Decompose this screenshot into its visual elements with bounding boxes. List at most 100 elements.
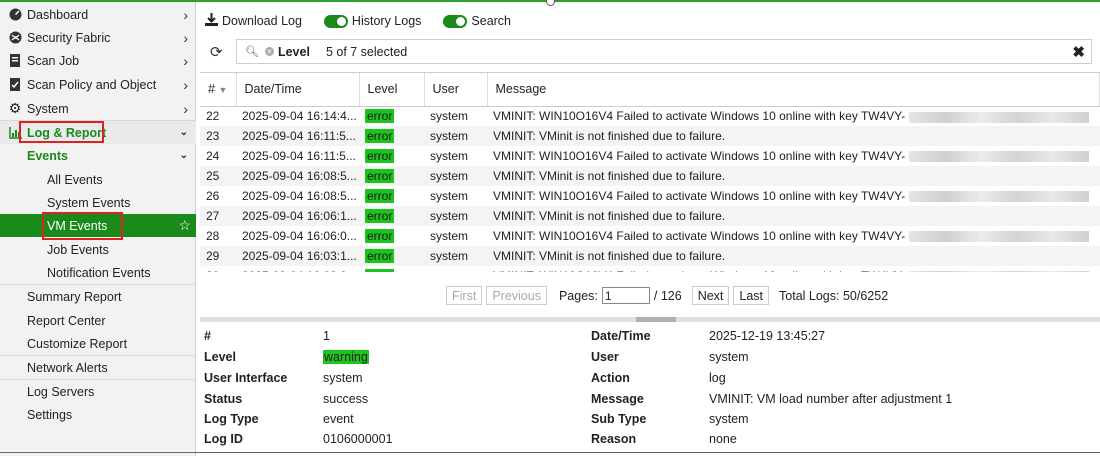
cell-number: 29	[200, 246, 236, 266]
table-row[interactable]: 29 2025-09-04 16:03:1... error system VMINIT…	[200, 246, 1100, 266]
sidebar-item-report-center[interactable]: Report Center	[0, 309, 196, 332]
table-row[interactable]: 23 2025-09-04 16:11:5... error system VMINIT…	[200, 126, 1100, 146]
chevron-right-icon: ›	[183, 76, 188, 93]
sidebar-item-customize-report[interactable]: Customize Report	[0, 332, 196, 355]
cell-message: VMINIT: WIN10O16V4 Failed to activate Wi…	[487, 226, 1100, 246]
redacted-blur	[908, 111, 1089, 123]
log-table: # ▼ Date/Time Level User Message 22 2025-…	[200, 72, 1100, 272]
detail-label: Message	[591, 392, 644, 406]
total-logs: Total Logs: 50/6252	[779, 288, 889, 303]
redacted-blur	[908, 231, 1089, 243]
cell-message: VMINIT: VMinit is not finished due to fa…	[487, 246, 1100, 266]
table-row[interactable]: 27 2025-09-04 16:06:1... error system VMINIT…	[200, 206, 1100, 226]
detail-value: success	[323, 392, 369, 406]
detail-label: Log ID	[204, 432, 243, 446]
sidebar-item-job-events[interactable]: Job Events	[0, 238, 196, 261]
message-text: VMINIT: VMinit is not finished due to fa…	[493, 249, 726, 263]
sidebar-item-notification-events[interactable]: Notification Events	[0, 261, 196, 284]
column-header-level[interactable]: Level	[359, 73, 425, 107]
table-row[interactable]: 302025-09-04 16:03:0... error system VMINIT…	[200, 266, 1100, 272]
column-header-message[interactable]: Message	[487, 73, 1100, 107]
sidebar-item-dashboard[interactable]: Dashboard ›	[0, 3, 196, 26]
detail-value: 0106000001	[323, 432, 393, 446]
sidebar-item-label: Settings	[27, 407, 73, 422]
sidebar-item-label: Log Servers	[27, 384, 95, 399]
column-header-user[interactable]: User	[424, 73, 488, 107]
sidebar-item-all-events[interactable]: All Events	[0, 168, 196, 191]
panel-splitter[interactable]	[200, 317, 1100, 322]
sidebar-item-label: Scan Policy and Object	[27, 77, 157, 92]
detail-label: Level	[204, 350, 236, 364]
column-header-number[interactable]: # ▼	[200, 73, 237, 107]
sidebar-item-system[interactable]: ⚙ System ›	[0, 97, 196, 120]
sidebar-item-label: System Events	[47, 195, 131, 210]
cell-message: VMINIT: WIN10O16V4 Failed to activate Wi…	[487, 186, 1100, 206]
cell-user: system	[424, 246, 487, 266]
detail-value: system	[709, 412, 749, 426]
sidebar-item-events[interactable]: Events ⌄	[0, 144, 196, 167]
cell-level: error	[359, 226, 424, 246]
refresh-icon[interactable]: ⟳	[210, 43, 223, 61]
bottom-border	[0, 452, 1100, 453]
history-logs-toggle[interactable]: History Logs	[323, 14, 421, 28]
toggle-switch[interactable]	[443, 14, 468, 28]
detail-label: Status	[204, 392, 243, 406]
sidebar-item-settings[interactable]: Settings	[0, 403, 196, 426]
first-page-button[interactable]: First	[446, 286, 483, 305]
redacted-blur	[908, 271, 1089, 272]
sidebar-item-security-fabric[interactable]: Security Fabric ›	[0, 26, 196, 49]
level-badge: error	[365, 269, 395, 272]
detail-label: User	[591, 350, 619, 364]
clear-filter-icon[interactable]: ✕	[264, 47, 274, 56]
table-row[interactable]: 26 2025-09-04 16:08:5... error system VMINIT…	[200, 186, 1100, 206]
close-icon[interactable]: ✖	[1072, 43, 1085, 61]
cell-level: error	[359, 206, 424, 226]
sidebar-item-log-servers[interactable]: Log Servers	[0, 380, 196, 403]
sort-icon[interactable]: ▼	[218, 85, 227, 95]
star-icon[interactable]: ☆	[178, 217, 191, 234]
detail-value: system	[709, 350, 749, 364]
detail-label: Date/Time	[591, 329, 651, 343]
pages-label: Pages:	[558, 288, 598, 303]
cell-datetime: 2025-09-04 16:08:5...	[236, 186, 359, 206]
cell-level: error	[359, 106, 424, 126]
filter-bar[interactable]: 🔍︎ ✕ Level 5 of 7 selected ✖	[236, 39, 1092, 64]
resize-handle[interactable]	[546, 0, 555, 6]
total-pages: / 126	[653, 288, 682, 303]
sidebar-item-scan-policy[interactable]: Scan Policy and Object ›	[0, 73, 196, 96]
previous-page-button[interactable]: Previous	[486, 286, 547, 305]
redacted-blur	[908, 191, 1089, 203]
cell-message: VMINIT: VMinit is not finished due to fa…	[487, 126, 1100, 146]
detail-label: Reason	[591, 432, 637, 446]
chevron-right-icon: ›	[183, 52, 188, 69]
page-number-input[interactable]: 1	[601, 287, 650, 304]
message-text: VMINIT: WIN10O16V4 Failed to activate Wi…	[493, 189, 906, 203]
message-text: VMINIT: VMinit is not finished due to fa…	[493, 169, 726, 183]
sidebar-item-summary-report[interactable]: Summary Report	[0, 285, 196, 308]
level-badge: error	[365, 169, 395, 183]
sidebar-item-system-events[interactable]: System Events	[0, 191, 196, 214]
table-row[interactable]: 22 2025-09-04 16:14:4... error system VMINIT…	[200, 106, 1100, 126]
filter-value[interactable]: 5 of 7 selected	[326, 45, 407, 59]
cell-number: 24	[200, 146, 236, 166]
cell-number: 27	[200, 206, 236, 226]
sidebar-item-label: Scan Job	[27, 53, 80, 68]
sidebar-item-scan-job[interactable]: Scan Job ›	[0, 49, 196, 72]
cell-number: 30	[200, 266, 236, 272]
message-text: VMINIT: WIN10O16V4 Failed to activate Wi…	[493, 229, 906, 243]
table-row[interactable]: 24 2025-09-04 16:11:5... error system VMINIT…	[200, 146, 1100, 166]
column-header-datetime[interactable]: Date/Time	[236, 73, 360, 107]
last-page-button[interactable]: Last	[733, 286, 770, 305]
splitter-grip[interactable]	[636, 317, 676, 322]
next-page-button[interactable]: Next	[691, 286, 730, 305]
table-row[interactable]: 28 2025-09-04 16:06:0... error system VMINIT…	[200, 226, 1100, 246]
cell-datetime: 2025-09-04 16:11:5...	[236, 146, 359, 166]
sidebar-item-network-alerts[interactable]: Network Alerts	[0, 356, 196, 379]
level-badge: error	[365, 229, 395, 243]
toggle-switch[interactable]	[323, 14, 348, 28]
table-row[interactable]: 25 2025-09-04 16:08:5... error system VMINIT…	[200, 166, 1100, 186]
sidebar-item-label: System	[27, 101, 69, 116]
download-log-button[interactable]: Download Log	[205, 13, 302, 29]
search-toggle[interactable]: Search	[443, 14, 511, 28]
sidebar-item-label: Customize Report	[27, 336, 128, 351]
